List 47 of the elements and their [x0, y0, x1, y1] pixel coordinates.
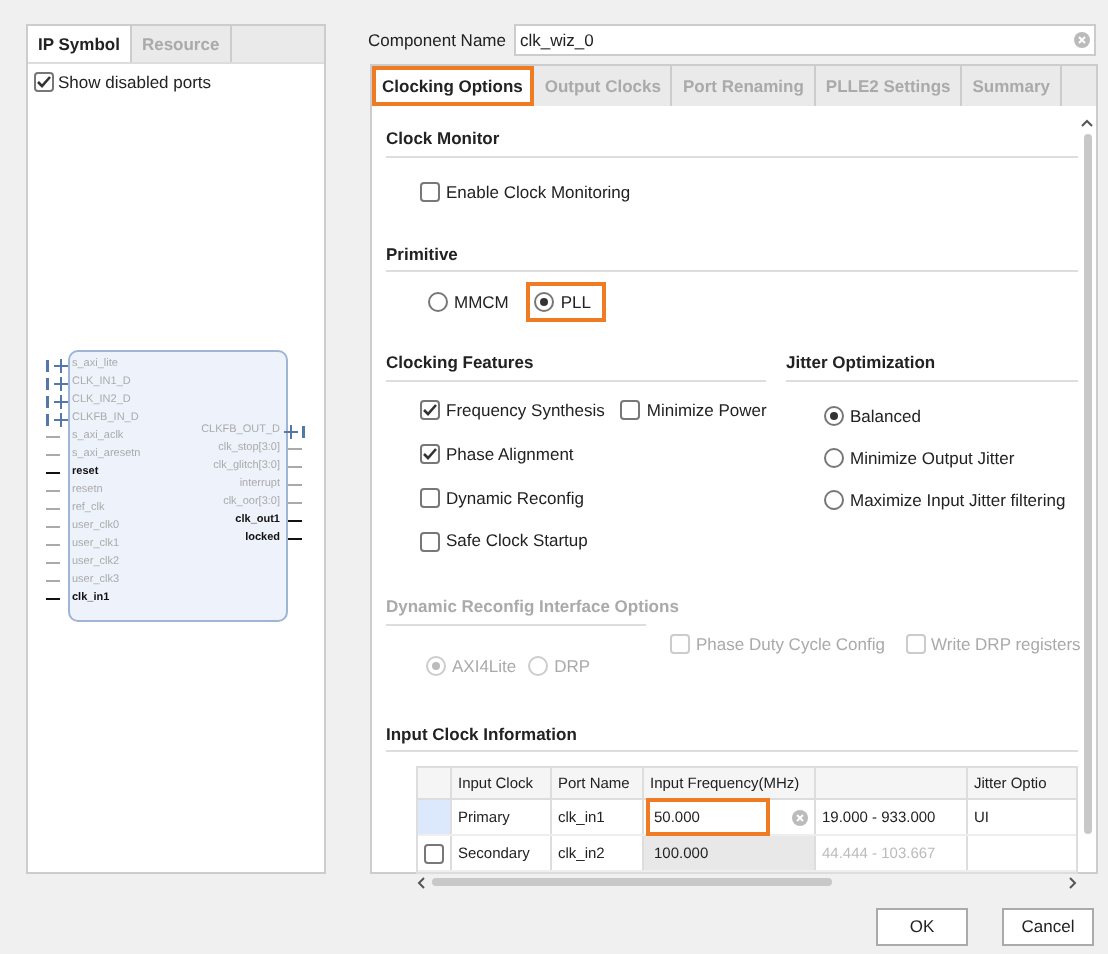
radio-label: DRP: [554, 653, 591, 679]
radio-label: MMCM: [454, 289, 509, 316]
scrollbar-thumb[interactable]: [1083, 134, 1091, 834]
radio-label: AXI4Lite: [452, 653, 517, 679]
checkbox-label: Minimize Power: [646, 398, 767, 424]
bus-port-icon: [282, 423, 306, 439]
panel-tab[interactable]: IP Symbol: [28, 26, 132, 62]
field-label: Component Name: [368, 27, 506, 53]
cancel-button[interactable]: Cancel: [1002, 908, 1094, 946]
radio-button[interactable]: [534, 292, 555, 313]
section-title: Jitter Optimization: [786, 352, 936, 373]
checkbox[interactable]: [420, 182, 440, 203]
checkbox-label: Safe Clock Startup: [446, 528, 588, 554]
checkbox[interactable]: [34, 72, 54, 93]
radio-button[interactable]: [824, 406, 844, 427]
radio-button[interactable]: [824, 489, 844, 510]
radio-button[interactable]: [824, 448, 844, 469]
checkbox[interactable]: [420, 400, 440, 421]
component-name-field[interactable]: clk_wiz_0: [513, 24, 1096, 56]
scroll-up-icon[interactable]: [1080, 118, 1094, 130]
tab[interactable]: Clocking Options: [372, 66, 535, 106]
ok-button[interactable]: OK: [876, 908, 968, 946]
checkbox[interactable]: [420, 487, 440, 508]
scroll-left-icon[interactable]: [416, 875, 428, 890]
checkbox-label: Dynamic Reconfig: [446, 485, 584, 511]
radio-label: PLL: [560, 289, 592, 316]
checkbox-label: Frequency Synthesis: [446, 398, 605, 424]
section-title: Dynamic Reconfig Interface Options: [386, 596, 679, 616]
checkbox-label: Enable Clock Monitoring: [446, 179, 631, 205]
field-value: clk_wiz_0: [519, 27, 596, 53]
radio-label: Balanced: [850, 404, 921, 430]
checkbox-label: Write DRP registers: [931, 631, 1081, 657]
section-title: Primitive: [386, 243, 458, 263]
scroll-right-icon[interactable]: [1066, 875, 1078, 890]
radio-button[interactable]: [428, 292, 448, 313]
section-title: Clocking Features: [386, 352, 534, 373]
section-title: Clock Monitor: [386, 128, 500, 148]
checkbox[interactable]: [420, 444, 440, 465]
scrollbar-thumb[interactable]: [432, 878, 832, 887]
checkbox-label: Show disabled ports: [58, 70, 212, 96]
checkbox-label: Phase Alignment: [446, 441, 574, 467]
radio-label: Maximize Input Jitter filtering: [850, 487, 1066, 513]
checkbox[interactable]: [420, 531, 440, 552]
section-title: Input Clock Information: [386, 723, 577, 743]
checkbox[interactable]: [620, 400, 641, 421]
radio-label: Minimize Output Jitter: [850, 445, 1015, 471]
checkbox-label: Phase Duty Cycle Config: [696, 631, 885, 657]
